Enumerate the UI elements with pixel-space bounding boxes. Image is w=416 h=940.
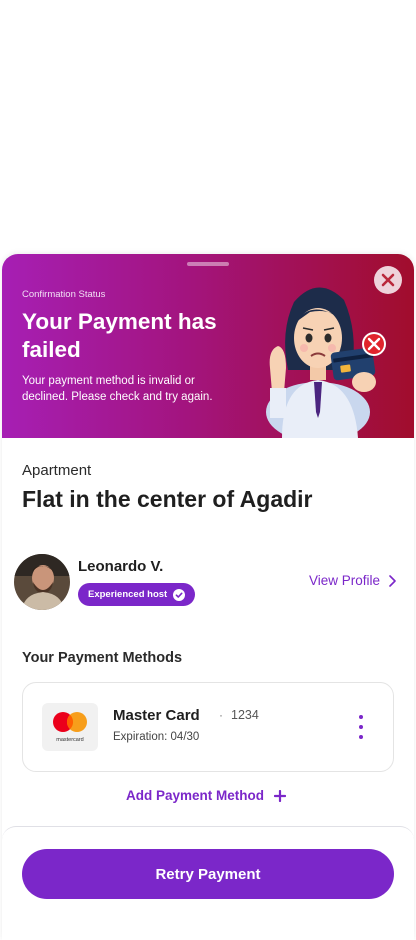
drag-handle[interactable] xyxy=(187,262,229,266)
confirmation-status-label: Confirmation Status xyxy=(22,289,106,300)
retry-payment-button[interactable]: Retry Payment xyxy=(22,849,394,899)
action-footer: Retry Payment xyxy=(2,826,414,940)
close-button[interactable] xyxy=(374,266,402,294)
card-expiration: Expiration: 04/30 xyxy=(113,731,200,743)
host-name: Leonardo V. xyxy=(78,558,164,575)
host-avatar[interactable] xyxy=(14,554,70,610)
payment-failed-description: Your payment method is invalid or declin… xyxy=(22,375,213,403)
experienced-host-badge: Experienced host xyxy=(78,583,196,606)
add-payment-method-button[interactable]: Add Payment Method xyxy=(126,788,287,803)
mastercard-logo: mastercard xyxy=(42,703,98,751)
payment-failed-title: Your Payment has failed xyxy=(22,309,217,362)
card-name: Master Card xyxy=(113,707,200,724)
payment-method-card[interactable]: mastercard Master Card · 1234 Expiration… xyxy=(22,682,394,772)
more-options-icon[interactable] xyxy=(355,715,367,739)
chevron-right-icon xyxy=(389,574,396,587)
view-profile-link[interactable]: View Profile xyxy=(309,573,396,588)
mastercard-wordmark: mastercard xyxy=(56,737,84,743)
listing-name: Flat in the center of Agadir xyxy=(22,486,313,512)
listing-type: Apartment xyxy=(22,462,92,479)
close-icon xyxy=(381,273,395,287)
verified-check-icon xyxy=(173,588,186,601)
plus-icon xyxy=(274,789,287,802)
failure-banner: Confirmation Status Your Payment has fai… xyxy=(2,254,414,438)
card-separator: · xyxy=(219,708,223,722)
payment-methods-title: Your Payment Methods xyxy=(22,650,183,666)
mastercard-icon xyxy=(53,712,87,732)
host-badge-label: Experienced host xyxy=(88,589,168,600)
payment-status-sheet: Confirmation Status Your Payment has fai… xyxy=(2,254,414,940)
view-profile-label: View Profile xyxy=(309,573,381,588)
woman-declined-card-illustration xyxy=(266,287,386,438)
host-photo xyxy=(14,554,70,610)
add-payment-method-label: Add Payment Method xyxy=(126,788,265,803)
card-last-digits: 1234 xyxy=(231,708,259,722)
